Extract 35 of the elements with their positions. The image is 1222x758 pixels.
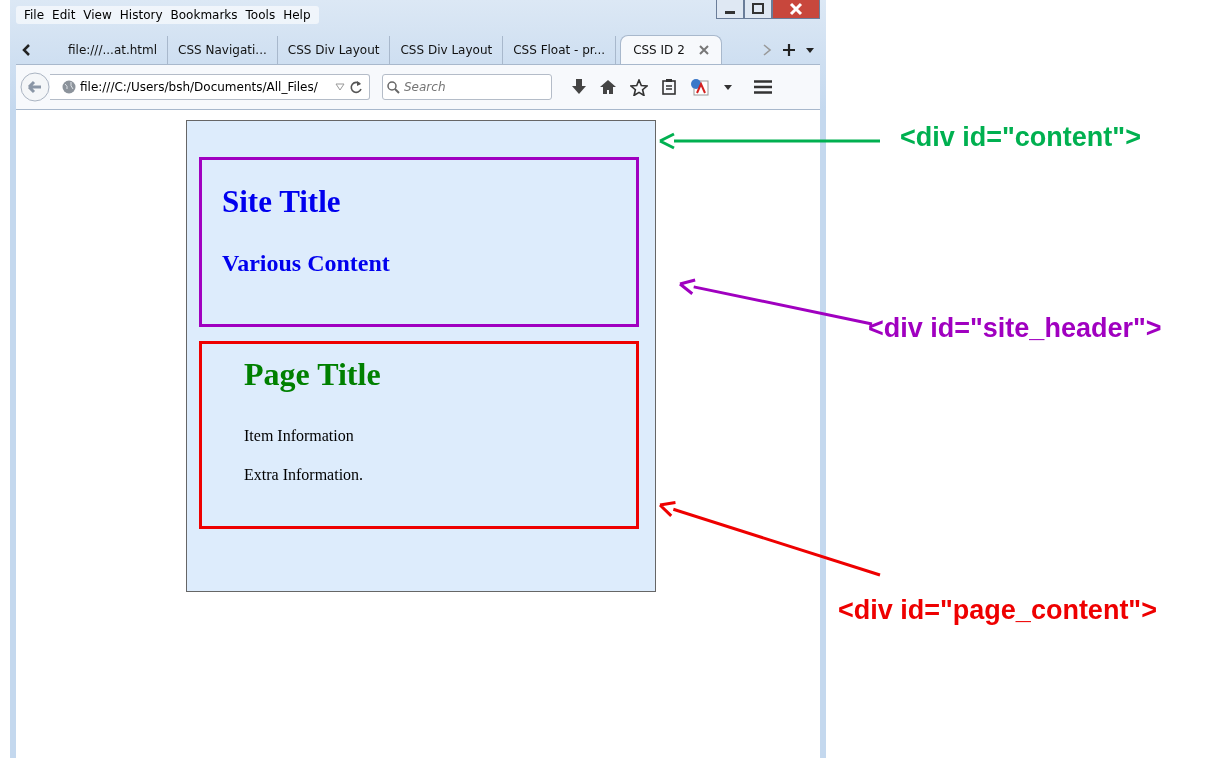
browser-tab[interactable]: CSS ID 2 — [620, 35, 722, 64]
maximize-button[interactable] — [744, 0, 772, 19]
close-tab-icon[interactable] — [698, 45, 709, 55]
body-text: Item Information — [244, 427, 355, 445]
menu-icon[interactable] — [754, 80, 772, 94]
download-icon[interactable] — [572, 79, 586, 95]
search-icon — [387, 80, 400, 94]
menu-item[interactable]: History — [115, 8, 167, 22]
menu-item[interactable]: Tools — [241, 8, 280, 22]
globe-icon — [62, 80, 76, 94]
site-subtitle: Various Content — [222, 250, 391, 277]
page-title: Page Title — [244, 356, 382, 393]
back-button[interactable] — [20, 71, 50, 103]
annotation-label: <div id="site_header"> — [868, 315, 1162, 342]
reload-icon[interactable] — [349, 80, 363, 94]
close-button[interactable] — [772, 0, 820, 19]
search-bar[interactable]: Search — [382, 74, 552, 100]
star-icon[interactable] — [630, 78, 648, 96]
menu-item[interactable]: Bookmarks — [166, 8, 242, 22]
body-text: Extra Information. — [244, 466, 365, 484]
caret-icon[interactable] — [724, 84, 732, 90]
document-icon[interactable] — [690, 78, 710, 96]
menu-item[interactable]: Help — [279, 8, 315, 22]
menu-item[interactable]: Edit — [48, 8, 80, 22]
annotation-label: <div id="page_content"> — [838, 597, 1157, 624]
clipboard-icon[interactable] — [662, 79, 676, 95]
menu-item[interactable]: View — [79, 8, 116, 22]
home-icon[interactable] — [600, 80, 616, 94]
site-title: Site Title — [222, 184, 342, 220]
minimize-button[interactable] — [716, 0, 744, 19]
annotation-label: <div id="content"> — [900, 124, 1141, 151]
menu-item[interactable]: File — [20, 8, 49, 22]
address-bar[interactable]: file:///C:/Users/bsh/Documents/All_Files/ — [50, 74, 370, 100]
new-tab-icon[interactable] — [782, 43, 796, 57]
caret-icon[interactable] — [806, 47, 814, 53]
